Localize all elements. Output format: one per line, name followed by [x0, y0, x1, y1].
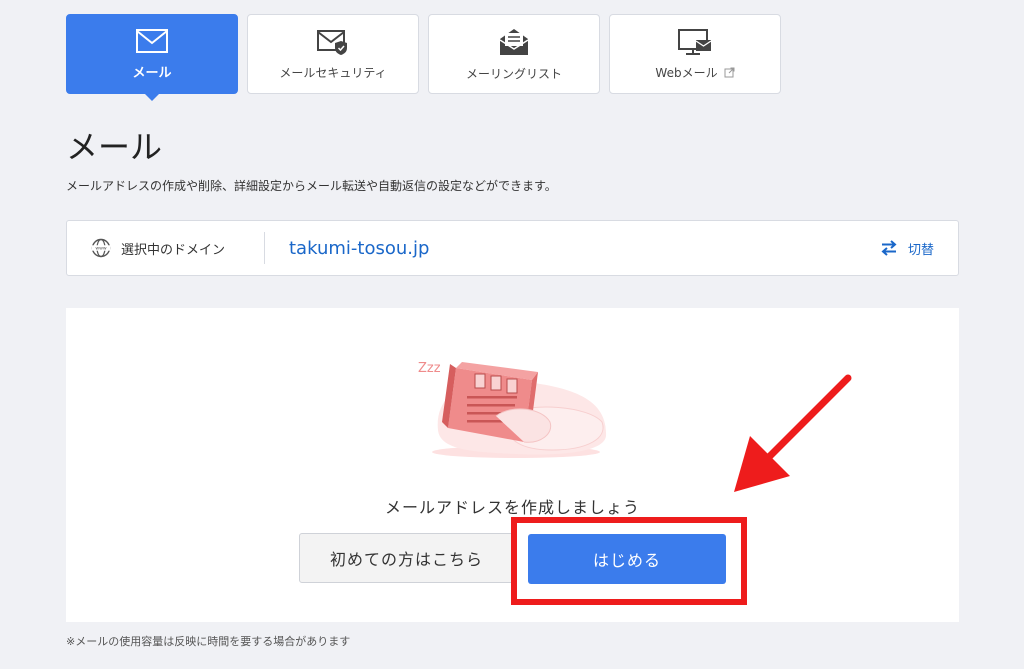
domain-label: www 選択中のドメイン	[67, 238, 264, 258]
tab-webmail-text: Webメール	[655, 65, 718, 80]
mail-security-icon	[317, 29, 347, 55]
divider	[264, 232, 265, 264]
mail-icon	[136, 28, 168, 53]
empty-state-message: メールアドレスを作成しましょう	[384, 498, 640, 517]
tab-mail-security-label: メールセキュリティ	[279, 65, 387, 80]
sleep-zzz-text: Zzz	[418, 361, 441, 376]
swap-arrows-icon	[881, 240, 897, 256]
tab-webmail[interactable]: Webメール	[609, 14, 781, 94]
domain-selector: www 選択中のドメイン takumi-tosou.jp 切替	[66, 220, 959, 276]
domain-switch-label: 切替	[907, 242, 934, 258]
page-title: メール	[66, 128, 163, 166]
tab-mail-security[interactable]: メールセキュリティ	[247, 14, 419, 94]
tab-mailing-list[interactable]: メーリングリスト	[428, 14, 600, 94]
globe-text: www	[95, 247, 107, 252]
beginner-guide-button[interactable]: 初めての方はこちら	[299, 533, 514, 583]
tab-mail[interactable]: メール	[66, 14, 238, 101]
webmail-icon	[678, 28, 712, 55]
start-button[interactable]: はじめる	[528, 534, 726, 584]
tab-mail-label: メール	[132, 65, 172, 81]
selected-domain: takumi-tosou.jp	[289, 237, 430, 259]
tab-mailing-list-label: メーリングリスト	[465, 66, 562, 81]
usage-footnote: ※メールの使用容量は反映に時間を要する場合があります	[66, 635, 351, 648]
service-tabs: メール メールセキュリティ メーリングリスト Webメール	[66, 14, 781, 101]
external-link-icon	[724, 67, 735, 77]
domain-switch-button[interactable]: 切替	[880, 239, 934, 258]
mailing-list-icon	[499, 28, 529, 55]
empty-state-card: Zzz メールアドレスを作成しましょう 初めての方はこちら はじめる	[66, 308, 959, 622]
globe-icon: www	[91, 238, 111, 258]
page-description: メールアドレスの作成や削除、詳細設定からメール転送や自動返信の設定などができます…	[66, 179, 557, 193]
tab-webmail-label: Webメール	[655, 64, 735, 81]
domain-label-text: 選択中のドメイン	[121, 242, 226, 258]
sleeping-building-illustration: Zzz	[418, 361, 607, 458]
